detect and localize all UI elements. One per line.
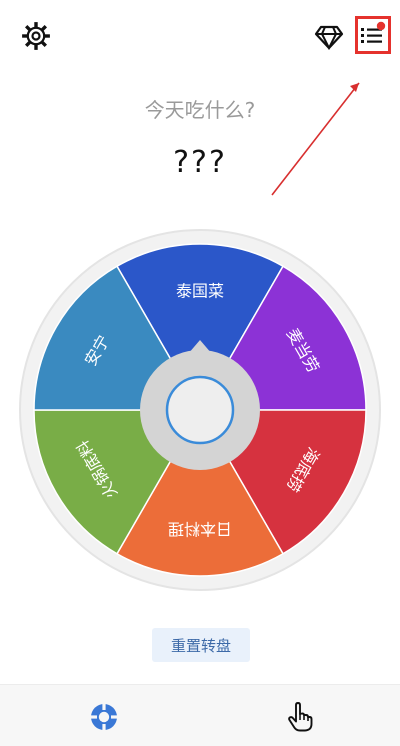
menu-button[interactable]: [355, 16, 391, 54]
bottom-nav: [0, 684, 400, 746]
wheel[interactable]: 泰国菜 麦当劳 海底捞 日本料理 火锅底料 安宁: [18, 228, 382, 592]
notification-dot: [376, 21, 386, 31]
spin-button[interactable]: [165, 375, 235, 445]
tab-wheel[interactable]: [86, 699, 122, 735]
list-menu-icon: [361, 21, 386, 43]
hand-pointer-icon: [288, 702, 313, 732]
settings-button[interactable]: [22, 22, 50, 50]
result-text: ???: [173, 145, 227, 180]
premium-button[interactable]: [314, 24, 344, 50]
top-bar: [0, 0, 400, 72]
diamond-icon: [314, 25, 344, 50]
wheel-segment-label: 泰国菜: [176, 282, 224, 301]
tab-hand[interactable]: [282, 699, 318, 735]
gear-icon: [22, 22, 50, 50]
wheel-segment-label: 日本料理: [168, 520, 232, 539]
wheel-svg[interactable]: 泰国菜麦当劳海底捞日本料理火锅底料安宁: [18, 228, 382, 592]
question-title: 今天吃什么?: [144, 98, 256, 122]
reset-wheel-button[interactable]: 重置转盘: [152, 628, 250, 662]
lifebuoy-icon: [91, 704, 117, 730]
